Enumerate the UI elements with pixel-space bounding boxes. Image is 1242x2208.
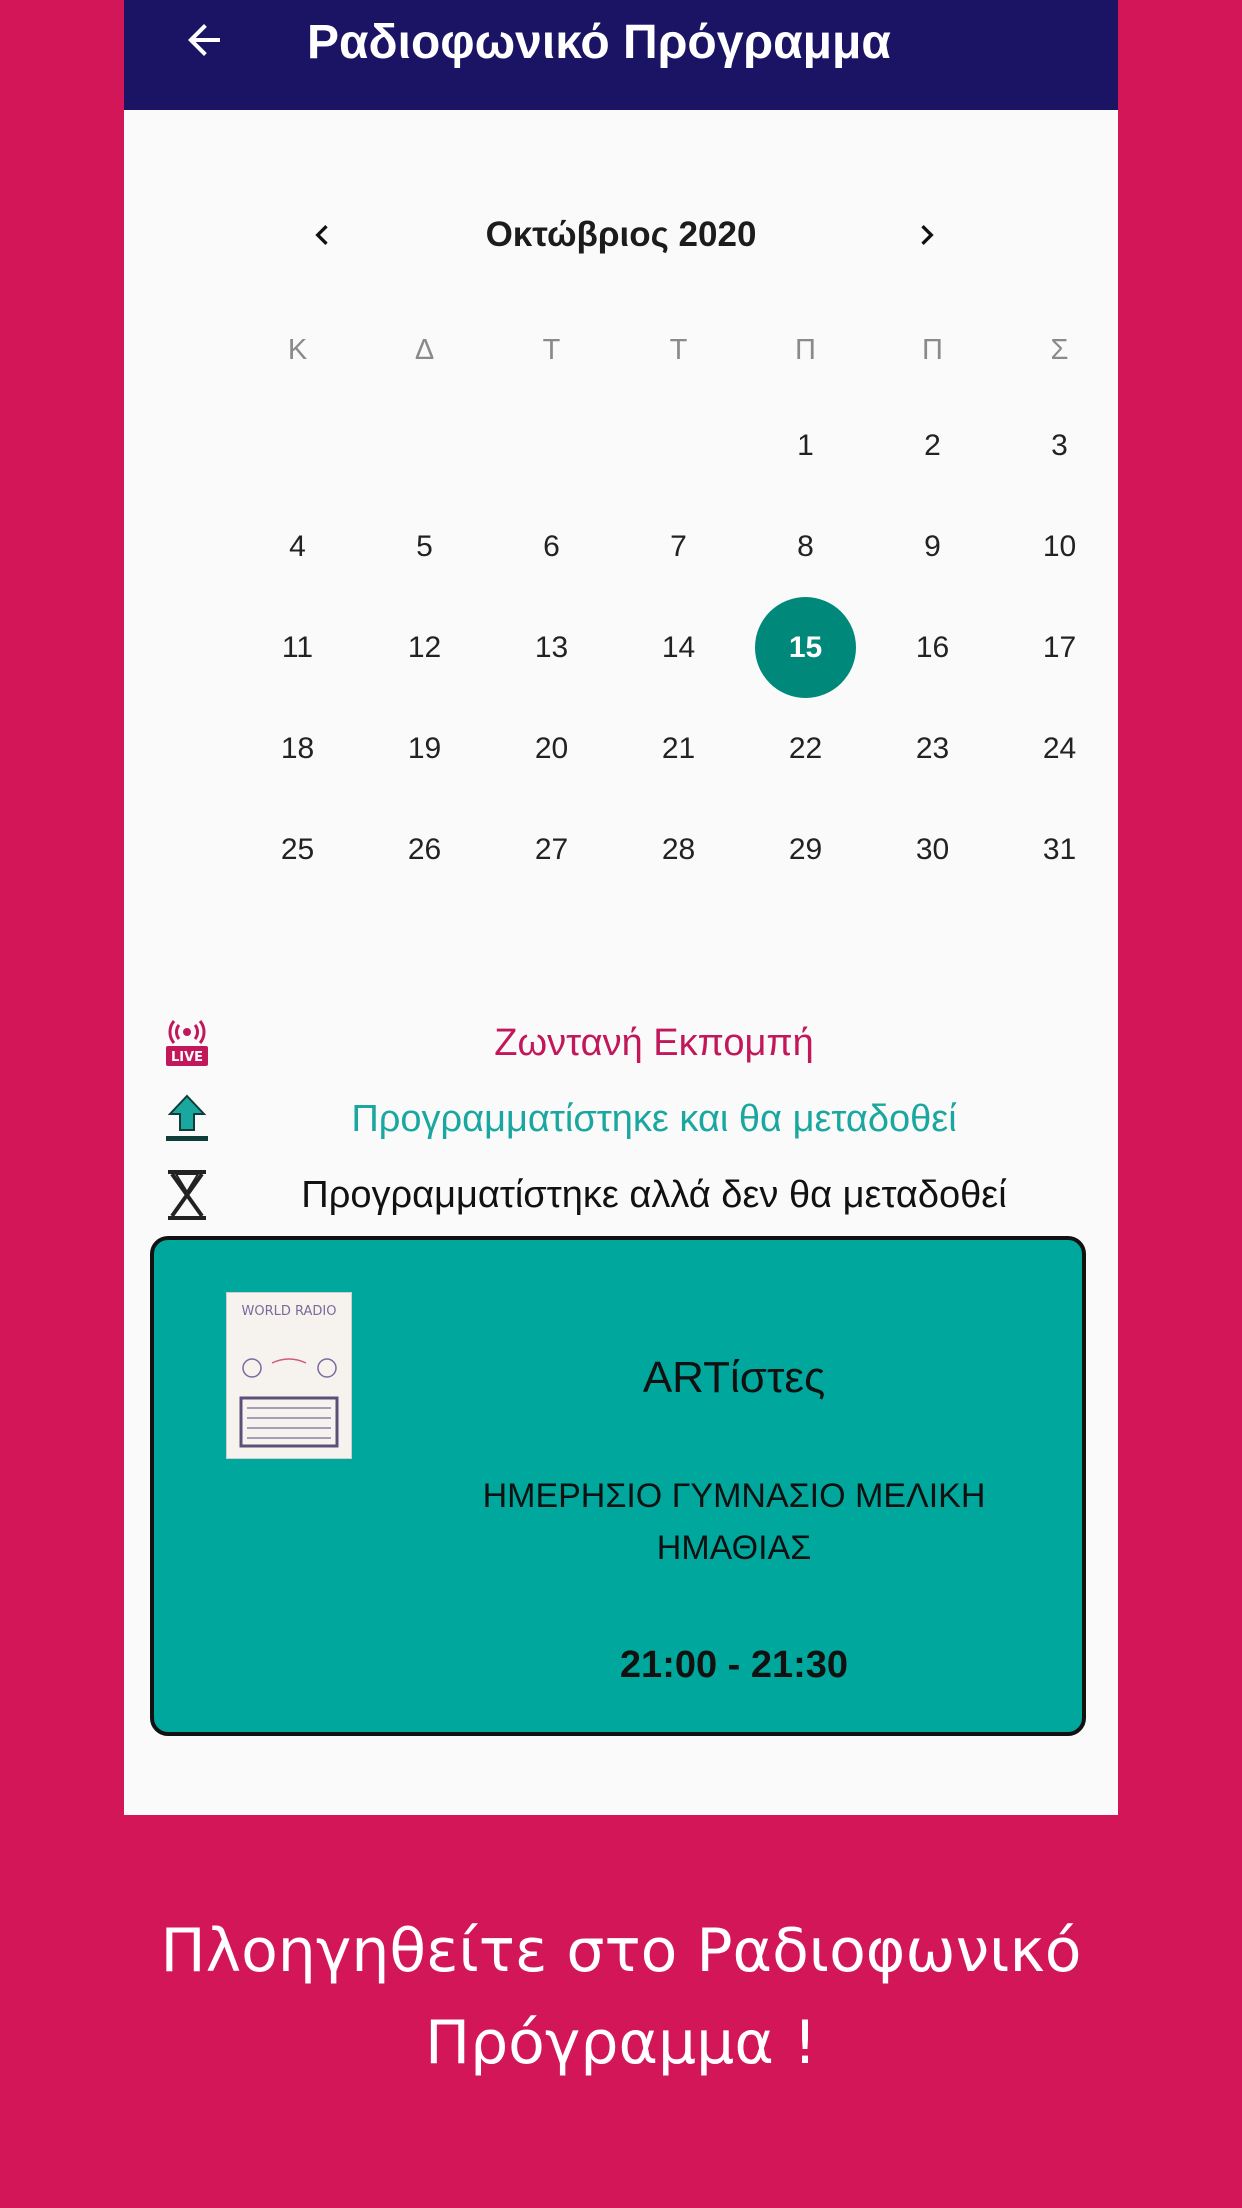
app-bar: Ραδιοφωνικό Πρόγραμμα [124, 0, 1118, 110]
calendar-day[interactable]: 13 [501, 597, 602, 698]
back-button[interactable] [164, 0, 244, 80]
calendar-day[interactable]: 18 [247, 698, 348, 799]
page-title: Ραδιοφωνικό Πρόγραμμα [307, 16, 891, 69]
legend-scheduled: Προγραμματίστηκε και θα μεταδοθεί [124, 1084, 1118, 1154]
weekday-label: Τ [669, 334, 688, 366]
weekday-label: Τ [542, 334, 561, 366]
weekday-header: Κ Δ Τ Τ Π Π Σ [234, 315, 1124, 385]
program-thumbnail: WORLD RADIO [226, 1292, 352, 1459]
live-broadcast-icon: LIVE [166, 1020, 208, 1066]
calendar-day[interactable]: 5 [374, 496, 475, 597]
chevron-right-icon [921, 225, 934, 245]
calendar-day[interactable]: 23 [882, 698, 983, 799]
program-card[interactable]: WORLD RADIO ARTίστες ΗΜΕΡΗΣΙΟ ΓΥΜΝΑΣΙΟ Μ… [150, 1236, 1086, 1736]
month-label: Οκτώβριος 2020 [485, 215, 757, 254]
calendar-day[interactable]: 9 [882, 496, 983, 597]
weekday-label: Σ [1050, 334, 1069, 366]
calendar-day[interactable]: 14 [628, 597, 729, 698]
calendar-day[interactable]: 12 [374, 597, 475, 698]
calendar-day[interactable]: 8 [755, 496, 856, 597]
calendar-day[interactable]: 16 [882, 597, 983, 698]
program-school: ΗΜΕΡΗΣΙΟ ΓΥΜΝΑΣΙΟ ΜΕΛΙΚΗ ΗΜΑΘΙΑΣ [482, 1477, 986, 1567]
calendar-day[interactable]: 6 [501, 496, 602, 597]
legend-cancelled-label: Προγραμματίστηκε αλλά δεν θα μεταδοθεί [301, 1174, 1007, 1216]
weekday-label: Δ [414, 334, 435, 366]
calendar-days-grid: 1 2 3 4 5 6 7 8 9 10 11 12 13 14 15 16 17 18 19 20 21 22 23 24 2… [234, 395, 1124, 900]
weekday-label: Π [922, 334, 943, 366]
calendar-day[interactable]: 27 [501, 799, 602, 900]
thumbnail-word-1: WORLD RADIO [242, 1304, 337, 1319]
radio-poster-image: WORLD RADIO [227, 1293, 351, 1458]
calendar-day[interactable]: 28 [628, 799, 729, 900]
legend-scheduled-label: Προγραμματίστηκε και θα μεταδοθεί [351, 1098, 957, 1140]
calendar-day[interactable]: 7 [628, 496, 729, 597]
weekday-label: Π [795, 334, 816, 366]
hourglass-cross-icon [168, 1170, 206, 1220]
calendar-day[interactable]: 22 [755, 698, 856, 799]
calendar-day[interactable]: 30 [882, 799, 983, 900]
chevron-left-icon [315, 225, 328, 245]
svg-text:LIVE: LIVE [171, 1050, 203, 1065]
calendar-day[interactable]: 21 [628, 698, 729, 799]
calendar-day[interactable]: 26 [374, 799, 475, 900]
upload-arrow-icon [166, 1094, 208, 1141]
calendar-day[interactable]: 11 [247, 597, 348, 698]
calendar-day[interactable]: 17 [1009, 597, 1110, 698]
next-month-button[interactable] [887, 195, 967, 275]
program-title: ARTίστες [642, 1353, 826, 1402]
weekday-label: Κ [287, 334, 308, 366]
calendar-day-selected[interactable]: 15 [755, 597, 856, 698]
calendar-day[interactable]: 31 [1009, 799, 1110, 900]
calendar-day[interactable]: 10 [1009, 496, 1110, 597]
promo-caption: Πλοηγηθείτε στο Ραδιοφωνικό Πρόγραμμα ! [160, 1916, 1082, 2078]
calendar-day[interactable]: 20 [501, 698, 602, 799]
program-time: 21:00 - 21:30 [619, 1644, 849, 1686]
calendar-day[interactable]: 4 [247, 496, 348, 597]
calendar-day[interactable]: 24 [1009, 698, 1110, 799]
previous-month-button[interactable] [282, 195, 362, 275]
legend-cancelled: Προγραμματίστηκε αλλά δεν θα μεταδοθεί [124, 1160, 1118, 1230]
month-header: Οκτώβριος 2020 [124, 195, 1118, 275]
app-screen: Ραδιοφωνικό Πρόγραμμα Οκτώβριος 2020 Κ Δ… [124, 0, 1118, 1815]
calendar-day[interactable]: 3 [1009, 395, 1110, 496]
calendar-day[interactable]: 19 [374, 698, 475, 799]
calendar-day[interactable]: 29 [755, 799, 856, 900]
arrow-left-icon [188, 24, 220, 56]
calendar-day[interactable]: 2 [882, 395, 983, 496]
legend-live-label: Ζωντανή Εκπομπή [494, 1022, 814, 1064]
calendar-day[interactable]: 25 [247, 799, 348, 900]
legend-live: LIVE Ζωντανή Εκπομπή [124, 1008, 1118, 1078]
calendar-day[interactable]: 1 [755, 395, 856, 496]
